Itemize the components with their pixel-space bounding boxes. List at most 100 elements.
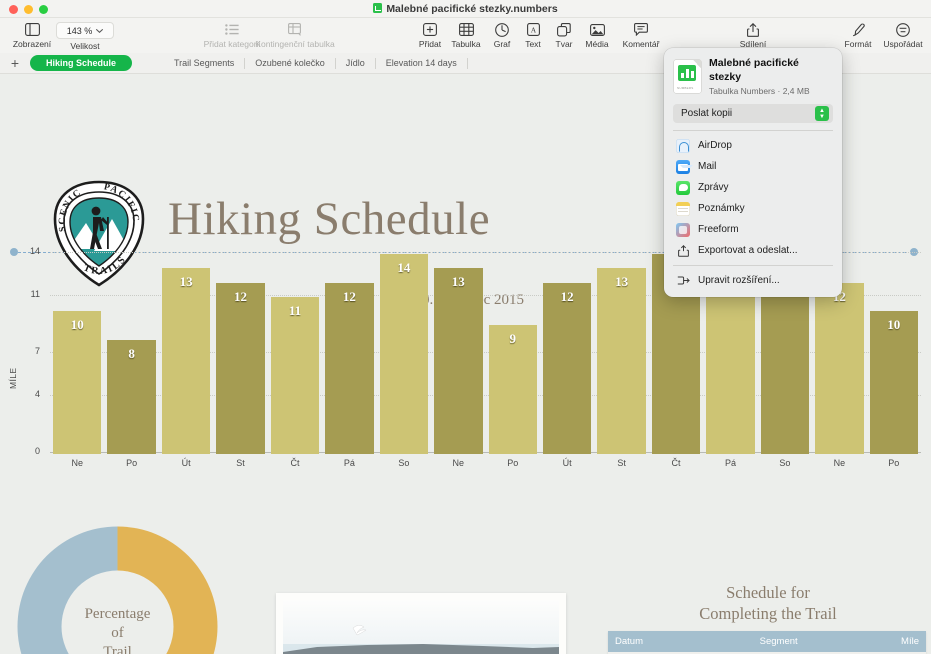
bar-Po-8[interactable]: 9 [488, 325, 537, 454]
share-option-airdrop[interactable]: AirDrop [664, 135, 842, 156]
x-axis-label-2: Út [181, 458, 191, 468]
organize-icon [866, 21, 931, 38]
document-title: Malebné pacifické stezky.numbers [0, 3, 931, 15]
schedule-table[interactable]: Datum Segment Míle 5-20. červnaec 2015Ca… [608, 631, 926, 654]
freeform-icon [676, 222, 690, 237]
bar-Út-2[interactable]: 13 [161, 268, 211, 454]
numbers-document-icon: NUMBERS [674, 60, 701, 94]
y-axis-tick-11: 11 [30, 288, 40, 299]
bar-value-label: 11 [288, 302, 302, 318]
bar-value-label: 12 [560, 288, 574, 304]
share-option-notes-label: Poznámky [698, 203, 745, 215]
x-axis-label-1: Po [126, 458, 138, 468]
y-axis-title: MÍLE [8, 367, 18, 389]
share-file-summary: NUMBERS Malebné pacifické stezky Tabulka… [664, 57, 842, 104]
bar-Út-9[interactable]: 12 [542, 282, 592, 454]
donut-line-1: Percentage [84, 606, 151, 622]
zoom-control[interactable]: 143 % [56, 22, 114, 39]
x-axis-label-13: So [779, 458, 791, 468]
x-axis-label-7: Ne [452, 458, 465, 468]
donut-chart[interactable]: Percentage of Trail [10, 519, 225, 654]
x-axis-label-10: St [617, 458, 626, 468]
share-option-export-label: Exportovat a odeslat... [698, 245, 798, 257]
share-send-option-select[interactable]: Poslat kopii ▲ ▼ [673, 104, 833, 124]
toolbar-organize-button[interactable]: Uspořádat [866, 21, 931, 49]
bar-value-label: 8 [128, 345, 135, 361]
chevron-down-icon [96, 28, 104, 33]
share-option-freeform-label: Freeform [698, 224, 739, 236]
column-header-datum[interactable]: Datum [608, 631, 753, 652]
schedule-title-line-1: Schedule for [726, 583, 810, 602]
share-option-airdrop-label: AirDrop [698, 140, 732, 152]
share-option-mail[interactable]: Mail [664, 156, 842, 177]
donut-line-3: Trail [103, 643, 132, 654]
toolbar-share-button[interactable]: Sdílení [716, 21, 790, 49]
bar-Čt-4[interactable]: 11 [270, 296, 320, 454]
share-option-notes[interactable]: Poznámky [664, 198, 842, 219]
schedule-title-line-2: Completing the Trail [699, 604, 837, 624]
sheet-tab-hiking-schedule[interactable]: Hiking Schedule [30, 55, 133, 71]
pivot-table-icon [236, 21, 354, 38]
popover-divider-2 [673, 265, 833, 267]
trail-photo [283, 600, 559, 654]
y-axis-tick-7: 7 [34, 346, 40, 356]
bar-Po-15[interactable]: 10 [869, 311, 918, 454]
sheet-tab-ozubene-kolecko[interactable]: Ozubené kolečko [245, 55, 335, 71]
bar-value-label: 12 [342, 288, 356, 304]
column-header-mile[interactable]: Míle [891, 631, 926, 652]
bar-St-3[interactable]: 12 [216, 282, 265, 454]
bar-value-label: 13 [615, 274, 629, 290]
bar-So-6[interactable]: 14 [379, 254, 429, 454]
y-axis-tick-0: 0 [34, 446, 40, 456]
mail-icon [676, 159, 693, 174]
column-header-segment[interactable]: Segment [752, 631, 892, 652]
share-option-messages[interactable]: Zprávy [664, 177, 842, 198]
toolbar-zoom-label: Velikost [70, 41, 100, 51]
bar-Ne-14[interactable]: 12 [815, 282, 864, 454]
bar-value-label: 10 [887, 317, 901, 333]
x-axis-label-9: Út [562, 458, 572, 468]
share-edit-extensions[interactable]: Upravit rozšíření... [664, 270, 842, 291]
bar-St-10[interactable]: 13 [597, 268, 646, 454]
bar-Ne-0[interactable]: 10 [53, 311, 102, 454]
page-title: Hiking Schedule [168, 193, 491, 245]
toolbar-organize-label: Uspořádat [883, 39, 923, 49]
trail-photo-frame[interactable] [276, 593, 566, 654]
x-axis-label-8: Po [507, 458, 519, 468]
numbers-window: Malebné pacifické stezky.numbers Zobraze… [0, 0, 931, 654]
window-titlebar: Malebné pacifické stezky.numbers [0, 0, 931, 18]
share-popover[interactable]: NUMBERS Malebné pacifické stezky Tabulka… [664, 48, 842, 298]
donut-center-label: Percentage of Trail [10, 605, 225, 654]
share-option-mail-label: Mail [698, 161, 717, 173]
bar-Po-1[interactable]: 8 [107, 339, 156, 454]
sheet-tab-jidlo[interactable]: Jídlo [336, 55, 375, 71]
messages-icon [676, 180, 690, 195]
export-icon [676, 244, 690, 258]
extensions-icon [676, 274, 690, 288]
bar-Pá-5[interactable]: 12 [325, 282, 374, 454]
x-axis-label-12: Pá [724, 458, 736, 468]
x-axis-label-5: Pá [343, 458, 355, 468]
popover-divider [673, 130, 833, 132]
bar-value-label: 12 [234, 288, 248, 304]
x-axis-label-15: Po [888, 458, 900, 468]
toolbar-pivot-table-button[interactable]: Kontingenční tabulka [236, 21, 354, 49]
chevron-up-down-icon: ▲ ▼ [815, 106, 829, 122]
add-sheet-button[interactable]: + [0, 56, 30, 70]
sheet-tab-trail-segments[interactable]: Trail Segments [164, 55, 244, 71]
share-icon [716, 21, 790, 38]
zoom-value: 143 % [66, 25, 93, 36]
toolbar-pivot-table-label: Kontingenční tabulka [255, 39, 335, 49]
bar-value-label: 10 [70, 317, 84, 333]
share-option-export[interactable]: Exportovat a odeslat... [664, 240, 842, 261]
table-header-row: Datum Segment Míle [608, 631, 926, 652]
toolbar-comment-button[interactable]: Komentář [604, 21, 678, 49]
donut-line-2: of [111, 624, 124, 641]
x-axis-label-3: St [236, 458, 245, 468]
sheet-tab-elevation-14-days[interactable]: Elevation 14 days [376, 55, 467, 71]
bar-Ne-7[interactable]: 13 [434, 268, 483, 454]
document-title-text: Malebné pacifické stezky.numbers [386, 3, 558, 15]
y-axis-tick-14: 14 [29, 246, 40, 256]
share-option-messages-label: Zprávy [698, 182, 729, 194]
share-option-freeform[interactable]: Freeform [664, 219, 842, 240]
